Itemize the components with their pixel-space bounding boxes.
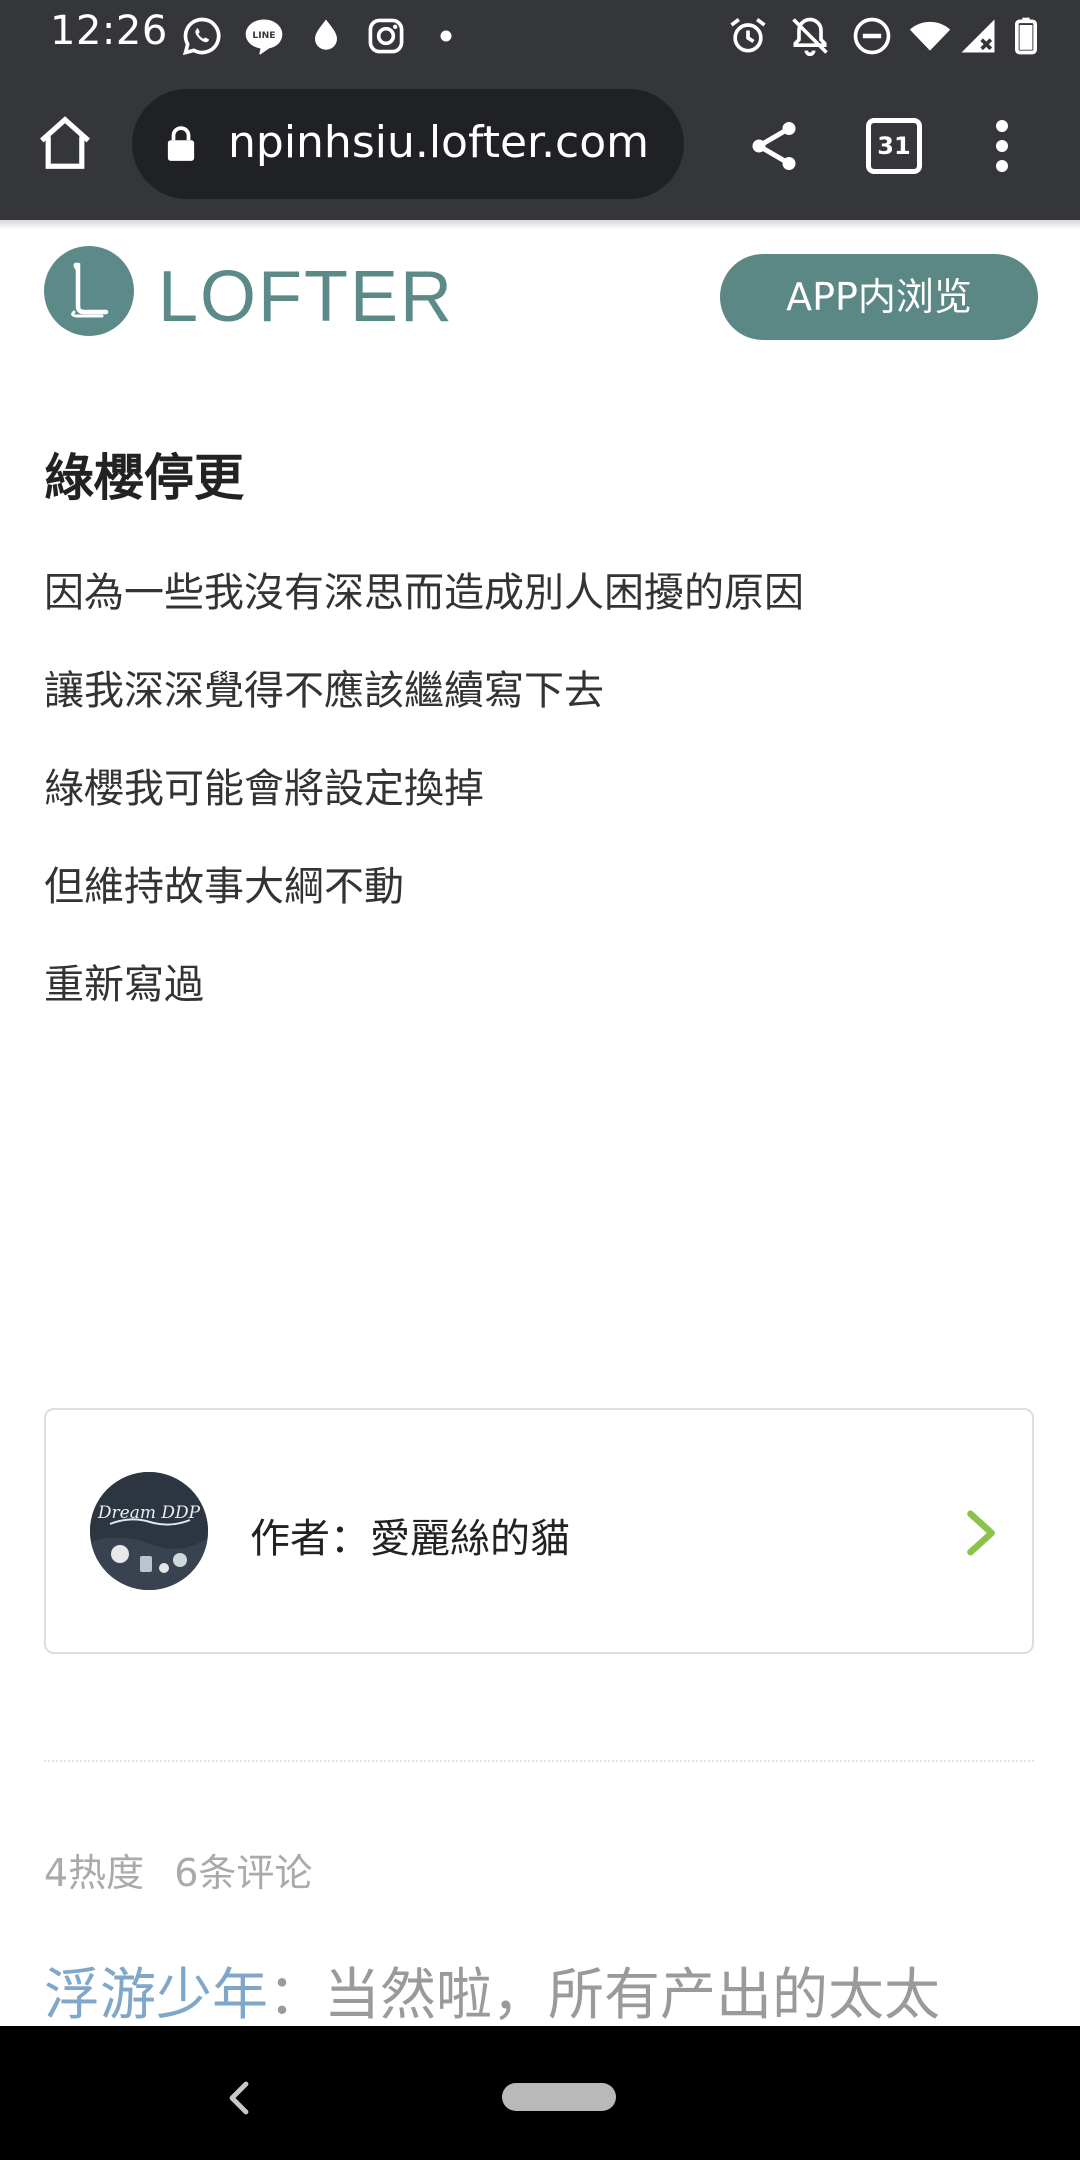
author-card[interactable]: Dream DDP 作者：愛麗絲的貓	[44, 1408, 1034, 1654]
post-title: 綠櫻停更	[44, 449, 244, 507]
avatar[interactable]: Dream DDP	[90, 1472, 208, 1590]
comment-text: ：当然啦，所有产出的太太	[268, 1963, 940, 2028]
signal-icon	[956, 14, 1000, 58]
author-name: 作者：愛麗絲的貓	[250, 1516, 570, 1562]
address-bar[interactable]: npinhsiu.lofter.com	[132, 89, 684, 199]
system-nav-bar	[0, 2026, 1080, 2160]
url-text: npinhsiu.lofter.com	[228, 117, 650, 168]
line-icon: LINE	[242, 14, 286, 58]
share-icon[interactable]	[744, 116, 804, 176]
svg-text:LINE: LINE	[252, 30, 275, 41]
lofter-logo-text: LOFTER	[158, 257, 455, 337]
more-options-icon[interactable]	[980, 116, 1024, 176]
post-line: 綠櫻我可能會將設定換掉	[44, 766, 484, 812]
browser-toolbar: npinhsiu.lofter.com 31	[0, 72, 1080, 220]
post-stats: 4热度 6条评论	[44, 1842, 342, 1897]
comment-count[interactable]: 6条评论	[174, 1851, 312, 1895]
notifications-off-icon	[788, 14, 832, 58]
alarm-icon	[726, 14, 770, 58]
post-line: 重新寫過	[44, 962, 204, 1008]
wifi-icon	[908, 14, 952, 58]
back-icon[interactable]	[224, 2078, 254, 2118]
post-line: 因為一些我沒有深思而造成別人困擾的原因	[44, 570, 804, 616]
chevron-right-icon[interactable]	[964, 1508, 1000, 1558]
dot-icon	[424, 14, 468, 58]
avatar-text: Dream DDP	[97, 1503, 201, 1523]
dnd-icon	[850, 14, 894, 58]
whatsapp-icon	[180, 14, 224, 58]
toolbar-shadow	[0, 220, 1080, 230]
lofter-logo-icon[interactable]	[44, 246, 134, 336]
post-line: 讓我深深覺得不應該繼續寫下去	[44, 668, 604, 714]
battery-icon	[1004, 14, 1048, 58]
home-pill-button[interactable]	[502, 2083, 616, 2111]
home-icon[interactable]	[34, 112, 96, 174]
drop-icon	[304, 14, 348, 58]
heat-count[interactable]: 4热度	[44, 1851, 144, 1895]
open-in-app-button[interactable]: APP内浏览	[720, 254, 1038, 340]
post-line: 但維持故事大綱不動	[44, 864, 404, 910]
section-divider	[44, 1760, 1034, 1762]
lock-icon	[166, 125, 196, 163]
status-bar: 12:26 LINE	[0, 0, 1080, 72]
tab-switcher-button[interactable]: 31	[866, 118, 922, 174]
status-time: 12:26	[50, 8, 168, 54]
commenter-name[interactable]: 浮游少年	[44, 1963, 268, 2028]
comment-item[interactable]: 浮游少年：当然啦，所有产出的太太	[44, 1950, 940, 2031]
instagram-icon	[364, 14, 408, 58]
